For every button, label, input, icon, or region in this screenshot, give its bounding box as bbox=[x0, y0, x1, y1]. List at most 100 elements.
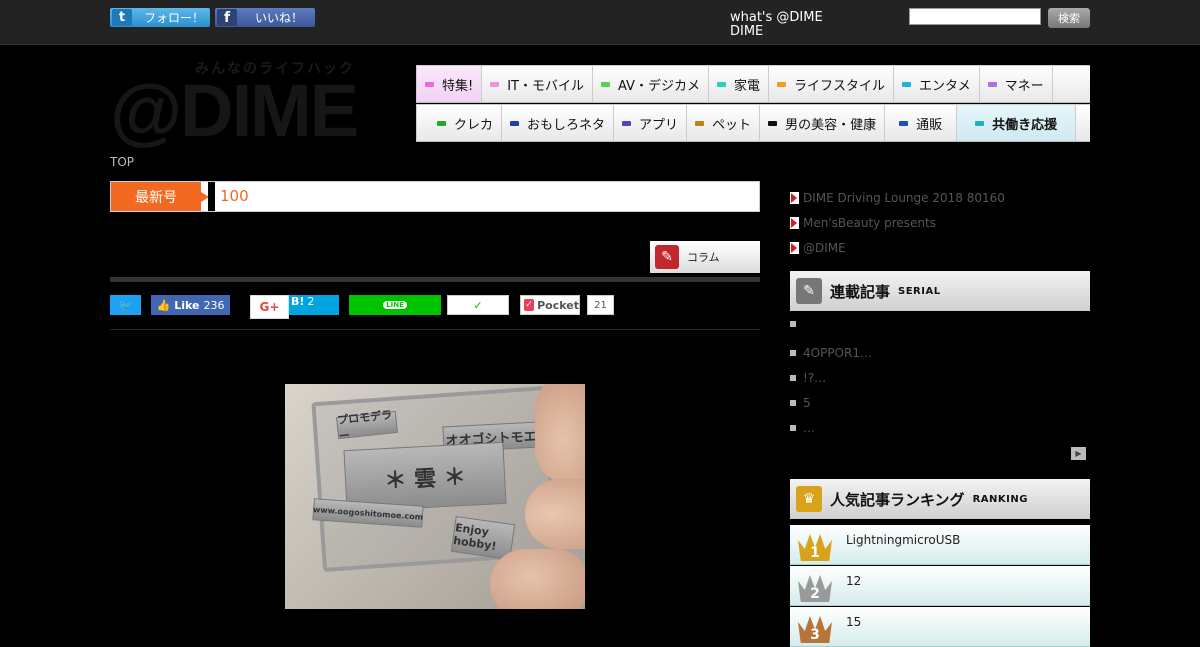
search-button[interactable]: 検索 bbox=[1048, 8, 1090, 28]
search-input[interactable] bbox=[909, 8, 1041, 25]
nav-dot-icon bbox=[622, 120, 632, 126]
category-nav-row-1: 特集! IT・モバイル AV・デジカメ 家電 ライフスタイル エンタメ マネー bbox=[416, 65, 1090, 103]
ranking-item[interactable]: 3 15 bbox=[790, 607, 1090, 647]
ranking-item-text: 12 bbox=[846, 574, 862, 588]
nav-label: IT・モバイル bbox=[507, 78, 584, 94]
serial-item[interactable] bbox=[790, 321, 803, 327]
nav-item-fun-news[interactable]: おもしろネタ bbox=[501, 105, 613, 141]
ranking-item[interactable]: 1 LightningmicroUSB bbox=[790, 525, 1090, 565]
nav-label: アプリ bbox=[639, 117, 679, 133]
nav-dot-icon bbox=[437, 120, 446, 126]
hatena-count: 2 bbox=[307, 295, 315, 308]
serial-section-header: ✎ 連載記事 SERIAL bbox=[790, 271, 1090, 311]
bullet-icon bbox=[790, 400, 796, 406]
serial-item-text: … bbox=[803, 421, 815, 435]
latest-issue-divider bbox=[208, 182, 215, 211]
serial-item[interactable]: 5 bbox=[790, 396, 811, 410]
nav-dot-icon bbox=[425, 81, 434, 87]
nav-label: マネー bbox=[1004, 78, 1044, 94]
nav-item-shopping[interactable]: 通販 bbox=[884, 105, 956, 141]
ranking-section-header: ♛ 人気記事ランキング RANKING bbox=[790, 479, 1090, 519]
nav-item-lifestyle[interactable]: ライフスタイル bbox=[767, 66, 893, 102]
google-plus-share-button[interactable]: G+ bbox=[250, 295, 289, 319]
nav-item-credit-card[interactable]: クレカ bbox=[416, 105, 501, 141]
nav-label: おもしろネタ bbox=[527, 117, 606, 133]
sidebar-link-text: DIME Driving Lounge 2018 80160 bbox=[803, 191, 1005, 205]
fb-like-label: Like bbox=[174, 298, 200, 312]
ranking-title: 人気記事ランキング bbox=[830, 490, 965, 509]
hatena-bookmark-button[interactable]: B! 2 bbox=[289, 295, 339, 315]
column-label: コラム bbox=[687, 251, 720, 264]
nav-item-pets[interactable]: ペット bbox=[686, 105, 759, 141]
nav-item-appliances[interactable]: 家電 bbox=[707, 66, 768, 102]
serial-more-button[interactable]: ▶ bbox=[1071, 447, 1086, 460]
hand-finger bbox=[535, 384, 585, 484]
pocket-label: Pocket bbox=[537, 298, 579, 312]
nav-item-dual-income[interactable]: 共働き応援 bbox=[956, 105, 1077, 141]
bullet-icon bbox=[790, 321, 796, 327]
sidebar-link-text: Men'sBeauty presents bbox=[803, 216, 936, 230]
nav-item-feature[interactable]: 特集! bbox=[416, 66, 482, 102]
breadcrumb[interactable]: TOP bbox=[110, 155, 134, 169]
sidebar-link-text: @DIME bbox=[803, 241, 846, 255]
pocket-save-button[interactable]: ✓ Pocket bbox=[520, 295, 580, 315]
nav-label: AV・デジカメ bbox=[618, 78, 700, 94]
serial-item[interactable]: !?… bbox=[790, 371, 826, 385]
whats-dime-link[interactable]: what's @DIME DIME bbox=[730, 11, 823, 39]
column-category-tab[interactable]: ✎ コラム bbox=[650, 241, 760, 273]
nav-item-av-camera[interactable]: AV・デジカメ bbox=[592, 66, 708, 102]
pen-icon: ✎ bbox=[796, 278, 822, 304]
nav-dot-icon bbox=[768, 120, 778, 126]
latest-issue-tag: 最新号 bbox=[111, 182, 209, 211]
bullet-icon bbox=[790, 425, 796, 431]
serial-subtitle: SERIAL bbox=[898, 285, 941, 297]
serial-item-text: !?… bbox=[803, 371, 827, 385]
nav-label: 家電 bbox=[733, 78, 760, 94]
twitter-follow-button[interactable]: t フォロー！ bbox=[110, 8, 210, 27]
facebook-icon: f bbox=[217, 9, 237, 26]
twitter-share-button[interactable]: 🐦 bbox=[110, 295, 141, 315]
nav-label: エンタメ bbox=[919, 78, 971, 94]
ranking-item-text: LightningmicroUSB bbox=[846, 533, 961, 547]
nav-label: 通販 bbox=[916, 117, 943, 133]
rank-number: 1 bbox=[810, 545, 820, 561]
serial-item-text: 5 bbox=[803, 396, 811, 410]
arrow-right-icon bbox=[790, 217, 799, 229]
facebook-share-button[interactable]: 👍 Like 236 bbox=[151, 295, 230, 315]
nav-dot-icon bbox=[987, 81, 997, 87]
hand-finger bbox=[490, 549, 585, 609]
article-photo[interactable]: プロモデラー オオゴシトモエ ＊ 雲 ＊ Enjoy hobby! www.oo… bbox=[285, 384, 585, 609]
nav-label: クレカ bbox=[454, 117, 494, 133]
nav-dot-icon bbox=[510, 120, 520, 126]
nav-item-money[interactable]: マネー bbox=[978, 66, 1053, 102]
nav-item-mens-beauty[interactable]: 男の美容・健康 bbox=[759, 105, 884, 141]
nav-dot-icon bbox=[902, 81, 911, 87]
share-divider bbox=[110, 329, 760, 330]
nav-item-it-mobile[interactable]: IT・モバイル bbox=[481, 66, 592, 102]
bullet-icon bbox=[790, 350, 796, 356]
ranking-item[interactable]: 2 12 bbox=[790, 566, 1090, 606]
sidebar-link[interactable]: Men'sBeauty presents bbox=[790, 216, 936, 230]
facebook-like-button[interactable]: f いいね！ bbox=[215, 8, 315, 27]
bullet-icon bbox=[790, 375, 796, 381]
fb-like-count: 236 bbox=[203, 298, 225, 312]
whats-dime-line1: what's @DIME bbox=[730, 10, 823, 25]
category-nav-row-2: クレカ おもしろネタ アプリ ペット 男の美容・健康 通販 共働き応援 bbox=[416, 104, 1090, 142]
nav-item-entertainment[interactable]: エンタメ bbox=[893, 66, 979, 102]
line-share-button[interactable]: LINE bbox=[349, 295, 441, 315]
latest-issue-bar[interactable]: 最新号 100 bbox=[110, 181, 760, 212]
silver-crown-icon: 2 bbox=[796, 572, 834, 604]
line-share-count: ✓ bbox=[447, 295, 509, 315]
sidebar-link[interactable]: DIME Driving Lounge 2018 80160 bbox=[790, 191, 1005, 205]
serial-item[interactable]: … bbox=[790, 421, 815, 435]
pocket-count: 21 bbox=[587, 295, 614, 315]
site-logo[interactable]: みんなのライフハック @DIME bbox=[110, 58, 385, 152]
pencil-icon: ✎ bbox=[655, 245, 679, 269]
sidebar-link[interactable]: @DIME bbox=[790, 241, 846, 255]
gold-crown-icon: 1 bbox=[796, 531, 834, 563]
pocket-icon: ✓ bbox=[524, 299, 535, 311]
nav-item-apps[interactable]: アプリ bbox=[613, 105, 686, 141]
rank-number: 3 bbox=[810, 627, 820, 643]
nav-dot-icon bbox=[899, 120, 909, 126]
serial-item[interactable]: 4OPPOR1… bbox=[790, 346, 872, 360]
